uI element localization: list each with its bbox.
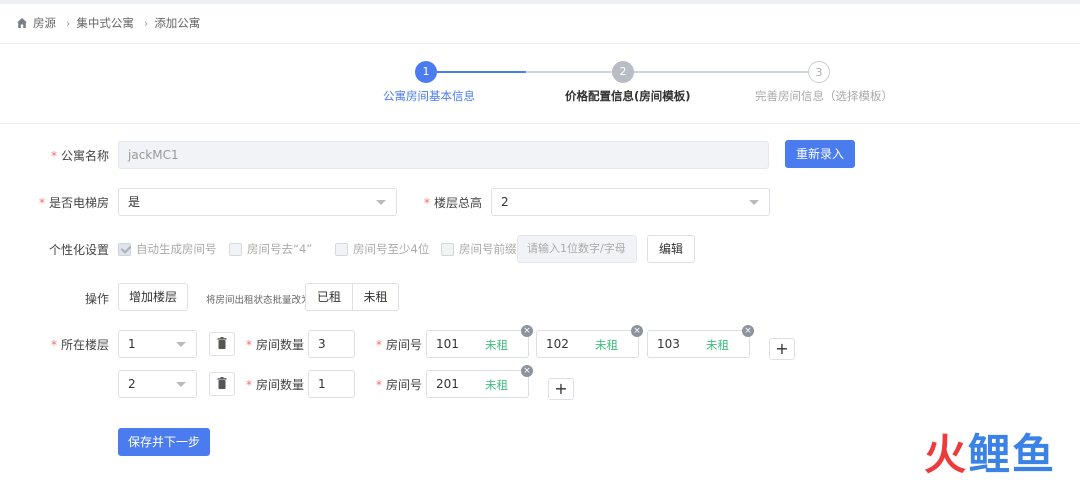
add-room-button[interactable]: +: [548, 378, 574, 400]
chevron-down-icon: [176, 382, 186, 387]
floors-total-value: 2: [501, 195, 509, 209]
room-tag[interactable]: 201 未租 ×: [426, 365, 533, 398]
plus-icon: +: [775, 339, 789, 358]
checkbox-icon: [229, 242, 242, 256]
close-icon[interactable]: ×: [521, 365, 533, 377]
room-status: 未租: [595, 338, 618, 352]
delete-floor-button[interactable]: [209, 372, 235, 396]
room-number-label: * 房间号: [376, 378, 423, 392]
room-number: 102: [546, 337, 569, 351]
checkbox-checked-icon: [118, 242, 131, 256]
room-tag[interactable]: 103 未租 ×: [647, 325, 754, 358]
room-tag[interactable]: 102 未租 ×: [536, 325, 643, 358]
watermark-logo: 火鲤鱼: [924, 421, 1056, 482]
room-count-input[interactable]: 3: [308, 330, 355, 358]
close-icon[interactable]: ×: [521, 325, 533, 337]
add-room-button[interactable]: +: [769, 338, 795, 360]
breadcrumb: 房源 › 集中式公寓 › 添加公寓: [16, 13, 200, 33]
prefix-checkbox[interactable]: 房间号前缀: [441, 241, 517, 257]
batch-status-group: 已租 未租: [305, 283, 399, 311]
step-1-circle: 1: [415, 61, 437, 83]
checkbox-icon: [441, 242, 454, 256]
floor-value: 1: [128, 337, 136, 351]
checkbox-icon: [335, 242, 348, 256]
elevator-value: 是: [128, 195, 141, 209]
batch-status-hint: 将房间出租状态批量改为: [206, 295, 311, 306]
step-line: [526, 71, 612, 73]
close-icon[interactable]: ×: [631, 325, 643, 337]
step-line: [634, 71, 808, 73]
step-2-circle: 2: [612, 61, 634, 83]
floor-label: * 所在楼层: [50, 338, 109, 352]
chevron-right-icon: ›: [143, 16, 149, 30]
trash-icon: [217, 377, 227, 389]
chevron-down-icon: [176, 342, 186, 347]
checkbox-label: 房间号至少4位: [353, 242, 430, 256]
floors-total-select[interactable]: 2: [491, 188, 770, 216]
name-label: * 公寓名称: [50, 149, 109, 163]
checkbox-label: 房间号去“4”: [247, 242, 313, 256]
top-strip: [0, 0, 1080, 4]
elevator-label: * 是否电梯房: [38, 196, 109, 210]
apartment-name-input[interactable]: jackMC1: [118, 141, 769, 169]
min-4-digits-checkbox[interactable]: 房间号至少4位: [335, 241, 429, 257]
room-count-label: * 房间数量: [246, 338, 305, 352]
reenter-button[interactable]: 重新录入: [785, 140, 855, 168]
divider: [0, 43, 1080, 44]
breadcrumb-item-add: 添加公寓: [154, 16, 201, 30]
room-count-input[interactable]: 1: [308, 370, 355, 398]
elevator-select[interactable]: 是: [118, 188, 397, 216]
room-number: 103: [657, 337, 680, 351]
room-status: 未租: [485, 338, 508, 352]
room-tag[interactable]: 101 未租 ×: [426, 325, 533, 358]
step-indicator: 1 2 3 公寓房间基本信息 价格配置信息(房间模板) 完善房间信息（选择模板）: [0, 58, 1080, 108]
breadcrumb-item-home[interactable]: 房源: [33, 15, 56, 31]
step-3-circle: 3: [808, 61, 830, 83]
room-status: 未租: [706, 338, 729, 352]
set-rented-button[interactable]: 已租: [306, 284, 352, 310]
chevron-down-icon: [749, 200, 759, 205]
save-next-button[interactable]: 保存并下一步: [118, 428, 210, 456]
room-number-label: * 房间号: [376, 338, 423, 352]
custom-label: 个性化设置: [48, 243, 109, 257]
step-1-label: 公寓房间基本信息: [383, 89, 475, 103]
remove-4-checkbox[interactable]: 房间号去“4”: [229, 241, 312, 257]
divider: [0, 123, 1080, 124]
watermark-part: 鲤鱼: [967, 430, 1056, 479]
delete-floor-button[interactable]: [209, 332, 235, 356]
auto-room-number-checkbox[interactable]: 自动生成房间号: [118, 241, 217, 257]
floor-select[interactable]: 1: [118, 330, 197, 358]
floors-total-label: * 楼层总高: [423, 196, 482, 210]
room-count-label: * 房间数量: [246, 378, 305, 392]
trash-icon: [217, 337, 227, 349]
room-status: 未租: [485, 378, 508, 392]
set-unrented-button[interactable]: 未租: [352, 284, 398, 310]
room-number: 201: [436, 377, 459, 391]
ops-label: 操作: [84, 292, 109, 306]
close-icon[interactable]: ×: [742, 325, 754, 337]
step-2-label: 价格配置信息(房间模板): [565, 89, 691, 103]
chevron-right-icon: ›: [66, 16, 71, 30]
add-floor-button[interactable]: 增加楼层: [118, 283, 188, 311]
step-line-done: [437, 71, 526, 73]
checkbox-label: 房间号前缀: [459, 242, 517, 256]
room-number: 101: [436, 337, 459, 351]
checkbox-label: 自动生成房间号: [136, 242, 217, 256]
prefix-input[interactable]: 请输入1位数字/字母: [517, 235, 637, 263]
watermark-part: 火: [923, 430, 968, 479]
step-3-label: 完善房间信息（选择模板）: [755, 89, 893, 103]
chevron-down-icon: [376, 200, 386, 205]
floor-value: 2: [128, 377, 136, 391]
breadcrumb-item-centralized[interactable]: 集中式公寓: [76, 15, 134, 31]
floor-select[interactable]: 2: [118, 370, 197, 398]
home-icon: [17, 18, 27, 28]
plus-icon: +: [554, 379, 568, 398]
edit-button[interactable]: 编辑: [647, 235, 695, 263]
